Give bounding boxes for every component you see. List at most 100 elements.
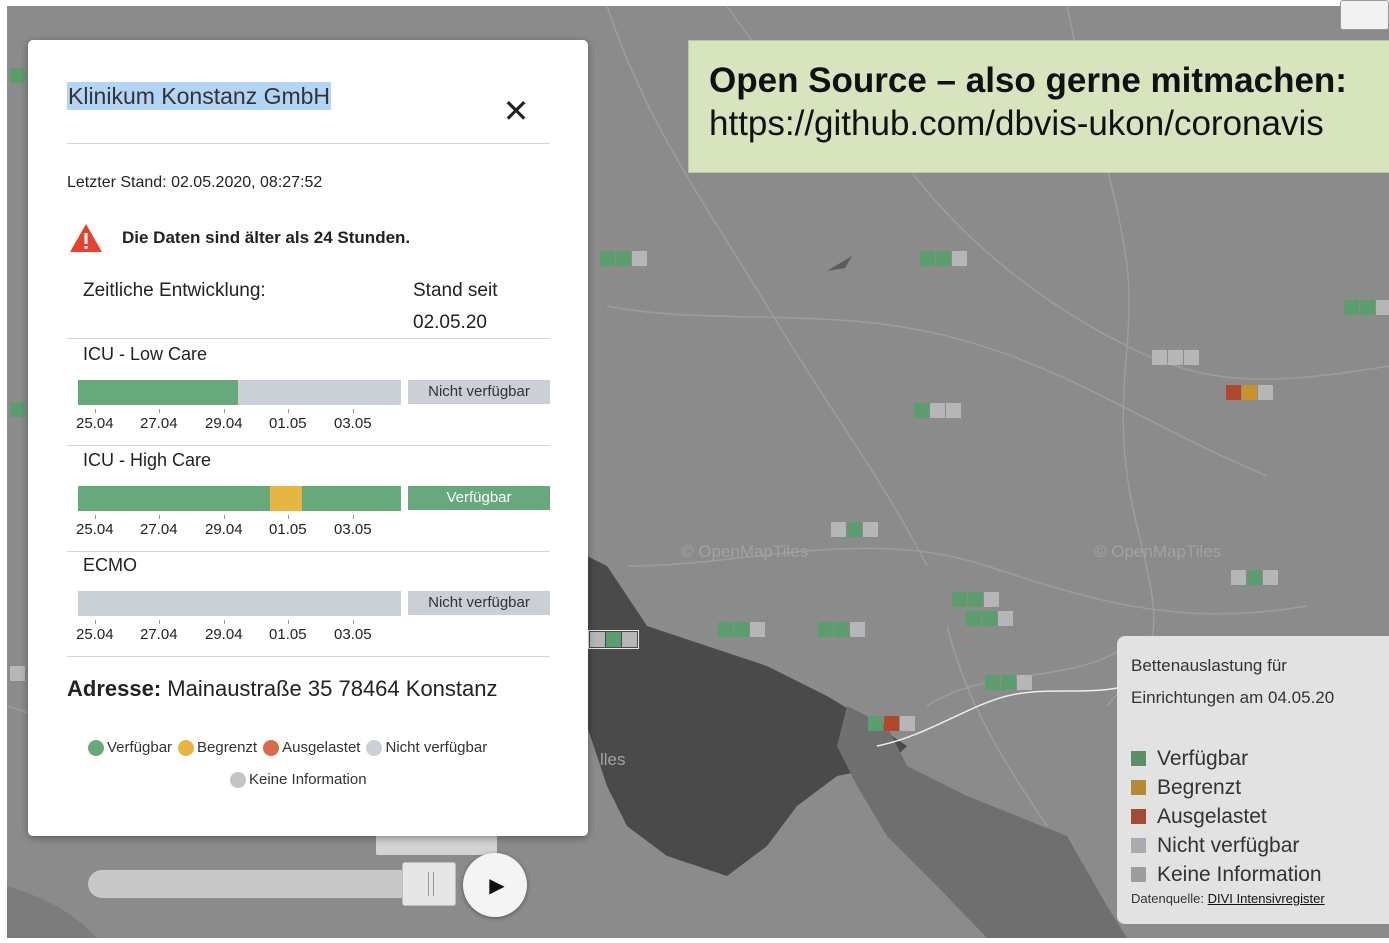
address: Adresse: Mainaustraße 35 78464 Konstanz	[67, 676, 498, 702]
tick-mark	[159, 515, 160, 519]
legend-label: Begrenzt	[197, 739, 258, 756]
tick-label: 25.04	[76, 521, 114, 538]
legend-swatch-icon	[1131, 780, 1146, 795]
timeline-axis: 25.04 27.04 29.04 01.05 03.05	[76, 515, 406, 543]
hospital-marker[interactable]	[985, 675, 1032, 690]
tick-mark	[288, 409, 289, 413]
hospital-marker[interactable]	[966, 611, 1013, 626]
tick-label: 25.04	[76, 415, 114, 432]
time-slider-handle[interactable]	[402, 862, 456, 906]
tick-mark	[159, 409, 160, 413]
hospital-marker[interactable]	[10, 402, 25, 417]
map-legend-label: Ausgelastet	[1157, 805, 1267, 828]
timeline-segment[interactable]	[270, 486, 303, 511]
hospital-marker[interactable]	[1152, 350, 1199, 365]
hospital-marker[interactable]	[952, 592, 999, 607]
map-watermark: © OpenMapTiles	[681, 542, 809, 561]
legend-swatch-icon	[1131, 838, 1146, 853]
tick-mark	[288, 620, 289, 624]
tick-label: 27.04	[140, 626, 178, 643]
popup-legend-row: Verfügbar Begrenzt Ausgelastet Nicht verfüg…	[88, 739, 493, 756]
status-since-label: Stand seit	[413, 280, 498, 301]
legend-items: Verfügbar Begrenzt Ausgelastet Nicht verfüg…	[1131, 744, 1389, 889]
legend-label: Nicht verfügbar	[385, 739, 488, 756]
hospital-marker[interactable]	[868, 716, 915, 731]
hospital-name: Klinikum Konstanz GmbH	[67, 82, 332, 110]
tick-label: 01.05	[269, 415, 307, 432]
banner-url[interactable]: https://github.com/dbvis-ukon/coronavis	[709, 103, 1389, 145]
tick-label: 25.04	[76, 626, 114, 643]
divider	[67, 445, 550, 446]
legend-swatch-icon	[1131, 867, 1146, 882]
tick-label: 03.05	[334, 626, 372, 643]
map-legend: Bettenauslastung für Einrichtungen am 04…	[1117, 636, 1389, 924]
tick-mark	[353, 515, 354, 519]
hospital-marker[interactable]	[914, 403, 961, 418]
capacity-row-label: ICU - High Care	[83, 450, 212, 470]
legend-entry: Ausgelastet	[263, 739, 360, 756]
divider	[67, 551, 550, 552]
legend-label: Keine Information	[249, 771, 367, 788]
tick-mark	[224, 409, 225, 413]
timeline-segment[interactable]	[302, 486, 401, 511]
capacity-timeline[interactable]	[78, 591, 401, 616]
capacity-status-badge: Nicht verfügbar	[408, 380, 550, 404]
legend-entry: Begrenzt	[178, 739, 257, 756]
legend-label: Verfügbar	[107, 739, 173, 756]
map-control-button[interactable]	[1340, 0, 1389, 30]
timeline-segment[interactable]	[78, 486, 271, 511]
map-legend-item: Begrenzt	[1131, 773, 1389, 802]
play-icon: ▶	[489, 874, 505, 897]
legend-dot-icon	[88, 739, 104, 756]
tick-label: 27.04	[140, 415, 178, 432]
time-slider-track[interactable]	[88, 870, 408, 898]
close-icon[interactable]: ✕	[500, 95, 532, 128]
capacity-timeline[interactable]	[78, 486, 401, 511]
hospital-marker[interactable]	[1226, 385, 1273, 400]
data-source-label: Datenquelle:	[1131, 891, 1204, 906]
map-legend-item: Ausgelastet	[1131, 802, 1389, 831]
tick-label: 03.05	[334, 521, 372, 538]
status-since-date: 02.05.20	[413, 312, 487, 333]
hospital-marker[interactable]	[818, 622, 865, 637]
hospital-marker[interactable]	[10, 68, 25, 83]
capacity-timeline[interactable]	[78, 380, 401, 405]
tick-mark	[353, 620, 354, 624]
legend-swatch-icon	[1131, 809, 1146, 824]
timeline-axis: 25.04 27.04 29.04 01.05 03.05	[76, 620, 406, 648]
divider	[67, 338, 550, 339]
play-button[interactable]: ▶	[463, 853, 527, 917]
stale-data-warning: Die Daten sind älter als 24 Stunden.	[122, 228, 411, 247]
tick-label: 03.05	[334, 415, 372, 432]
tick-mark	[353, 409, 354, 413]
data-source-link[interactable]: DIVI Intensivregister	[1208, 891, 1325, 906]
timeline-segment[interactable]	[78, 591, 401, 616]
tick-label: 01.05	[269, 626, 307, 643]
map-legend-item: Nicht verfügbar	[1131, 831, 1389, 860]
tick-mark	[288, 515, 289, 519]
hospital-marker[interactable]	[1344, 300, 1389, 315]
hospital-marker[interactable]	[831, 522, 878, 537]
timeline-axis: 25.04 27.04 29.04 01.05 03.05	[76, 409, 406, 437]
map-legend-label: Keine Information	[1157, 863, 1322, 886]
hospital-marker[interactable]	[10, 666, 25, 681]
hospital-marker-selected[interactable]	[588, 630, 639, 649]
map-legend-item: Keine Information	[1131, 860, 1389, 889]
hospital-marker[interactable]	[718, 622, 765, 637]
legend-title: Bettenauslastung für	[1131, 656, 1287, 675]
map-watermark: lles	[600, 750, 626, 769]
legend-dot-icon	[230, 771, 246, 788]
tick-mark	[224, 515, 225, 519]
hospital-marker[interactable]	[600, 251, 647, 266]
timeline-segment[interactable]	[237, 380, 401, 405]
tick-label: 01.05	[269, 521, 307, 538]
map-watermark: © OpenMapTiles	[1094, 542, 1222, 561]
capacity-row-label: ECMO	[83, 555, 137, 575]
hospital-marker[interactable]	[1231, 570, 1278, 585]
timeline-header: Zeitliche Entwicklung:	[83, 280, 266, 301]
timeline-segment[interactable]	[78, 380, 238, 405]
legend-label: Ausgelastet	[282, 739, 361, 756]
map-legend-label: Begrenzt	[1157, 776, 1242, 799]
banner-headline: Open Source – also gerne mitmachen:	[709, 61, 1347, 100]
hospital-marker[interactable]	[920, 251, 967, 266]
